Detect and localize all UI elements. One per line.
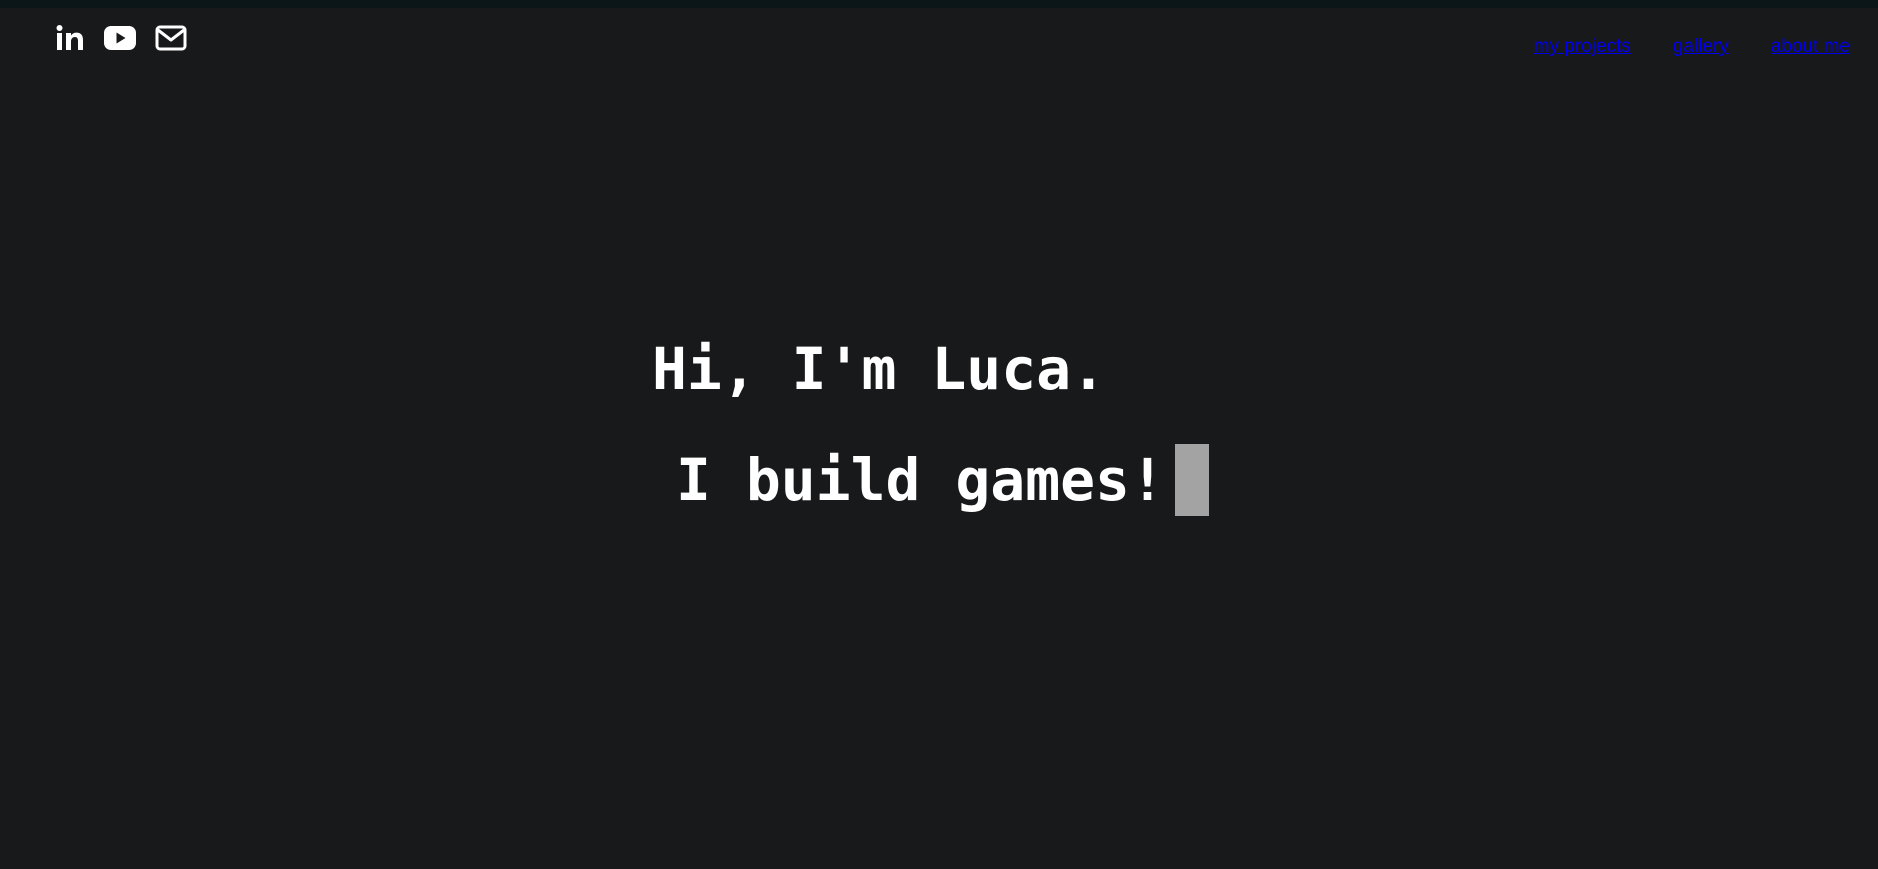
hero-greeting: Hi, I'm Luca. bbox=[652, 335, 1106, 403]
hero-tagline-row: I build games! bbox=[676, 444, 1209, 516]
page: my projects gallery about me Hi, I'm Luc… bbox=[0, 0, 1878, 869]
hero: Hi, I'm Luca. I build games! bbox=[0, 0, 1878, 869]
typing-cursor bbox=[1174, 444, 1209, 516]
hero-tagline: I build games! bbox=[676, 446, 1165, 514]
